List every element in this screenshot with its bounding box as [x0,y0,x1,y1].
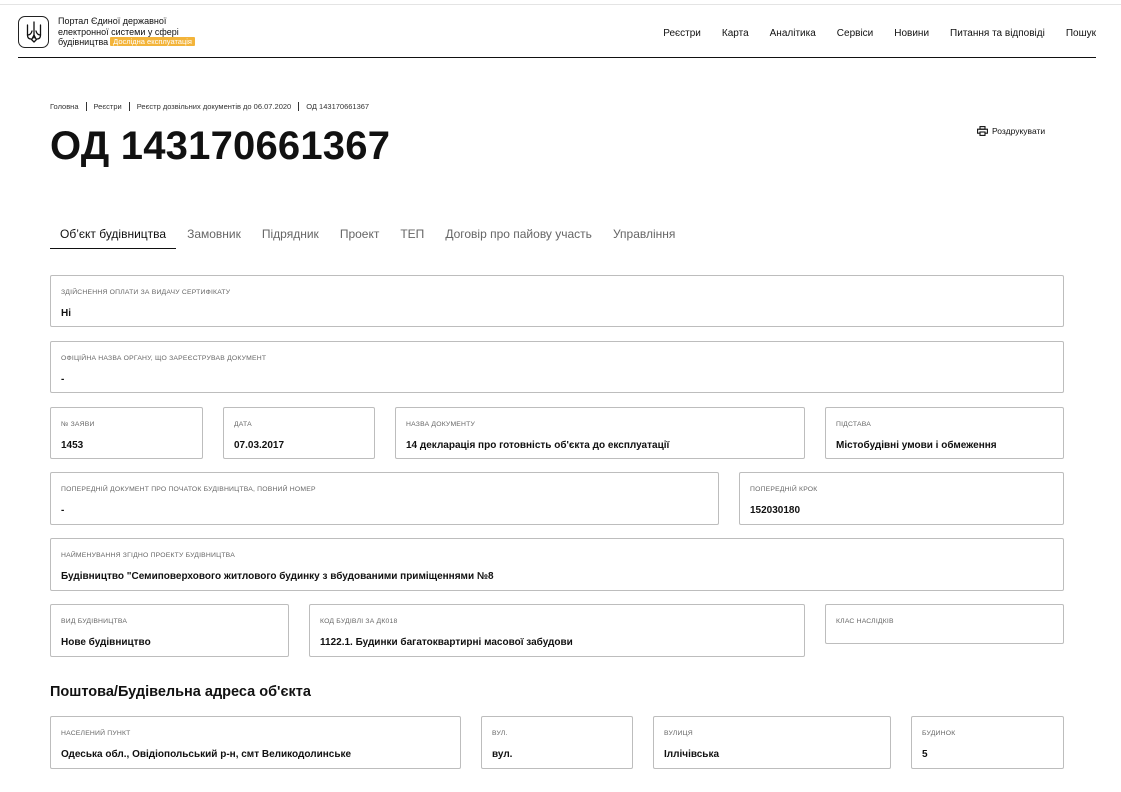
street-field: Вулиця Іллічівська [653,716,891,769]
nav-analytics[interactable]: Аналітика [770,28,816,39]
breadcrumb-registry[interactable]: Реєстр дозвільних документів до 06.07.20… [137,102,292,111]
page-title: ОД 143170661367 [50,124,391,168]
nav-news[interactable]: Новини [894,28,929,39]
previous-document-field: Попередній документ про початок будівниц… [50,472,719,525]
nav-services[interactable]: Сервіси [837,28,873,39]
portal-brand[interactable]: Портал Єдиної державної електронної сист… [58,16,228,48]
field-label: Найменування згідно проекту будівництва [61,552,235,559]
printer-icon [977,126,988,136]
street-type-field: Вул. вул. [481,716,633,769]
beta-badge: Дослідна експлуатація [110,37,195,46]
address-section-title: Поштова/Будівельна адреса об'єкта [50,684,311,700]
field-value: вул. [492,749,513,760]
field-value: Іллічівська [664,749,720,760]
print-label: Роздрукувати [992,126,1046,136]
breadcrumb-separator [85,102,87,111]
field-label: № заяви [61,421,95,428]
tab-share-agreement[interactable]: Договір про пайову участь [435,225,602,249]
field-label: Попередній документ про початок будівниц… [61,486,316,493]
brand-line-2: електронної системи у сфері [58,26,179,37]
field-label: Вул. [492,730,508,737]
field-label: Код будівлі за ДК018 [320,618,398,625]
field-value: 5 [922,749,928,760]
tab-tep[interactable]: ТЕП [390,225,434,249]
application-number-field: № заяви 1453 [50,407,203,459]
breadcrumb: Головна Реєстри Реєстр дозвільних докуме… [50,102,369,111]
field-label: Населений пункт [61,730,131,737]
field-label: Дата [234,421,252,428]
nav-search[interactable]: Пошук [1066,28,1096,39]
field-value: 07.03.2017 [234,440,285,451]
field-value: 14 декларація про готовність об'єкта до … [406,440,670,451]
field-label: Назва документу [406,421,476,428]
site-header: Портал Єдиної державної електронної сист… [18,14,1096,58]
tab-construction-object[interactable]: Об’єкт будівництва [50,225,177,249]
brand-line-3: будівництва [58,37,109,47]
field-value: - [61,505,65,516]
field-value: 1122.1. Будинки багатоквартирні масової … [320,637,573,648]
print-button[interactable]: Роздрукувати [977,126,1045,136]
field-value: Нове будівництво [61,637,151,648]
tab-project[interactable]: Проект [330,225,390,249]
tab-bar: Об’єкт будівництва Замовник Підрядник Пр… [50,225,685,249]
field-value: - [61,374,65,385]
nav-map[interactable]: Карта [722,28,749,39]
breadcrumb-current: ОД 143170661367 [306,102,370,111]
field-label: Клас наслідків [836,618,894,625]
main-nav: Реєстри Карта Аналітика Сервіси Новини П… [663,28,1096,39]
field-label: Вид будівництва [61,618,128,625]
nav-faq[interactable]: Питання та відповіді [950,28,1045,39]
building-code-field: Код будівлі за ДК018 1122.1. Будинки баг… [309,604,805,657]
field-value: 152030180 [750,505,801,516]
tab-contractor[interactable]: Підрядник [252,225,329,249]
field-value: 1453 [61,440,84,451]
date-field: Дата 07.03.2017 [223,407,375,459]
basis-field: Підстава Містобудівні умови і обмеження [825,407,1064,459]
trident-icon[interactable] [18,16,49,48]
authority-field: Офіційна назва органу, що зареєстрував д… [50,341,1064,393]
payment-field: Здійснення оплати за видачу сертифікату … [50,275,1064,327]
field-label: Попередній крок [750,486,818,493]
breadcrumb-separator [298,102,300,111]
field-value: Одеська обл., Овідіопольський р-н, смт В… [61,749,352,760]
field-label: Офіційна назва органу, що зареєстрував д… [61,355,267,362]
locality-field: Населений пункт Одеська обл., Овідіополь… [50,716,461,769]
construction-type-field: Вид будівництва Нове будівництво [50,604,289,657]
field-value: Містобудівні умови і обмеження [836,440,997,451]
tab-customer[interactable]: Замовник [177,225,251,249]
top-divider [0,4,1121,5]
document-name-field: Назва документу 14 декларація про готовн… [395,407,805,459]
breadcrumb-separator [128,102,130,111]
field-label: Вулиця [664,730,693,737]
brand-line-1: Портал Єдиної державної [58,16,167,26]
building-number-field: Будинок 5 [911,716,1064,769]
nav-registries[interactable]: Реєстри [663,28,701,39]
previous-step-field: Попередній крок 152030180 [739,472,1064,525]
project-name-field: Найменування згідно проекту будівництва … [50,538,1064,591]
consequence-class-field: Клас наслідків [825,604,1064,644]
breadcrumb-home[interactable]: Головна [50,102,79,111]
breadcrumb-registries[interactable]: Реєстри [94,102,122,111]
field-value: Будівництво "Семиповерхового житлового б… [61,571,494,582]
field-label: Будинок [922,730,956,737]
field-label: Підстава [836,421,871,428]
tab-management[interactable]: Управління [603,225,685,249]
field-value: Ні [61,308,71,319]
field-label: Здійснення оплати за видачу сертифікату [61,289,231,296]
